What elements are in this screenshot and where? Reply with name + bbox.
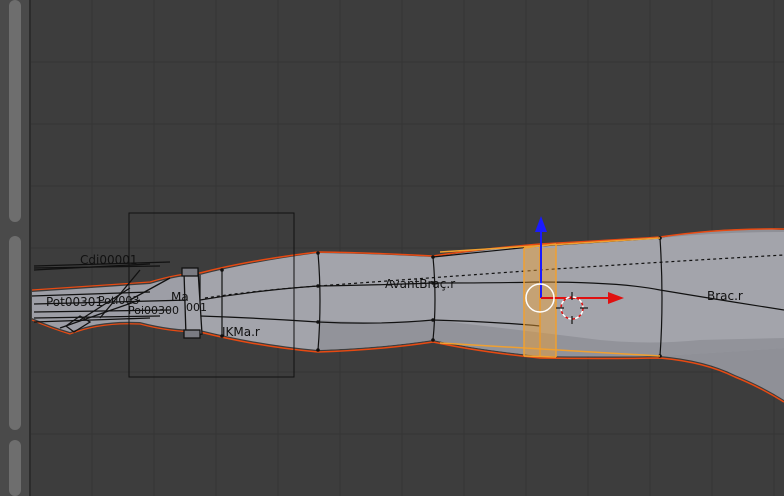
left-panel-divider[interactable] [29,0,31,496]
finger-label-mid: Pot00301 [46,295,103,309]
finger-label-bottom: Poi00300 [128,304,179,317]
bone-label-ma-sub: 001 [186,301,207,314]
3d-viewport[interactable]: AvantBraç.r Brac.r Ma 001 IKMa.r Cdi0000… [0,0,784,496]
scrollbar-handle-middle[interactable] [9,236,21,430]
bone-label-ikma: IKMa.r [222,325,260,339]
scrollbar-handle-top[interactable] [9,0,21,222]
arrow-up-icon[interactable] [535,216,547,232]
bone-label-brac: Brac.r [707,289,743,303]
left-panel-strip [0,0,30,496]
bone-label-avantbrac: AvantBraç.r [385,277,455,291]
finger-label-top: Cdi00001 [80,253,138,267]
viewport-scene[interactable]: AvantBraç.r Brac.r Ma 001 IKMa.r Cdi0000… [0,0,784,496]
scrollbar-handle-bottom[interactable] [9,440,21,496]
